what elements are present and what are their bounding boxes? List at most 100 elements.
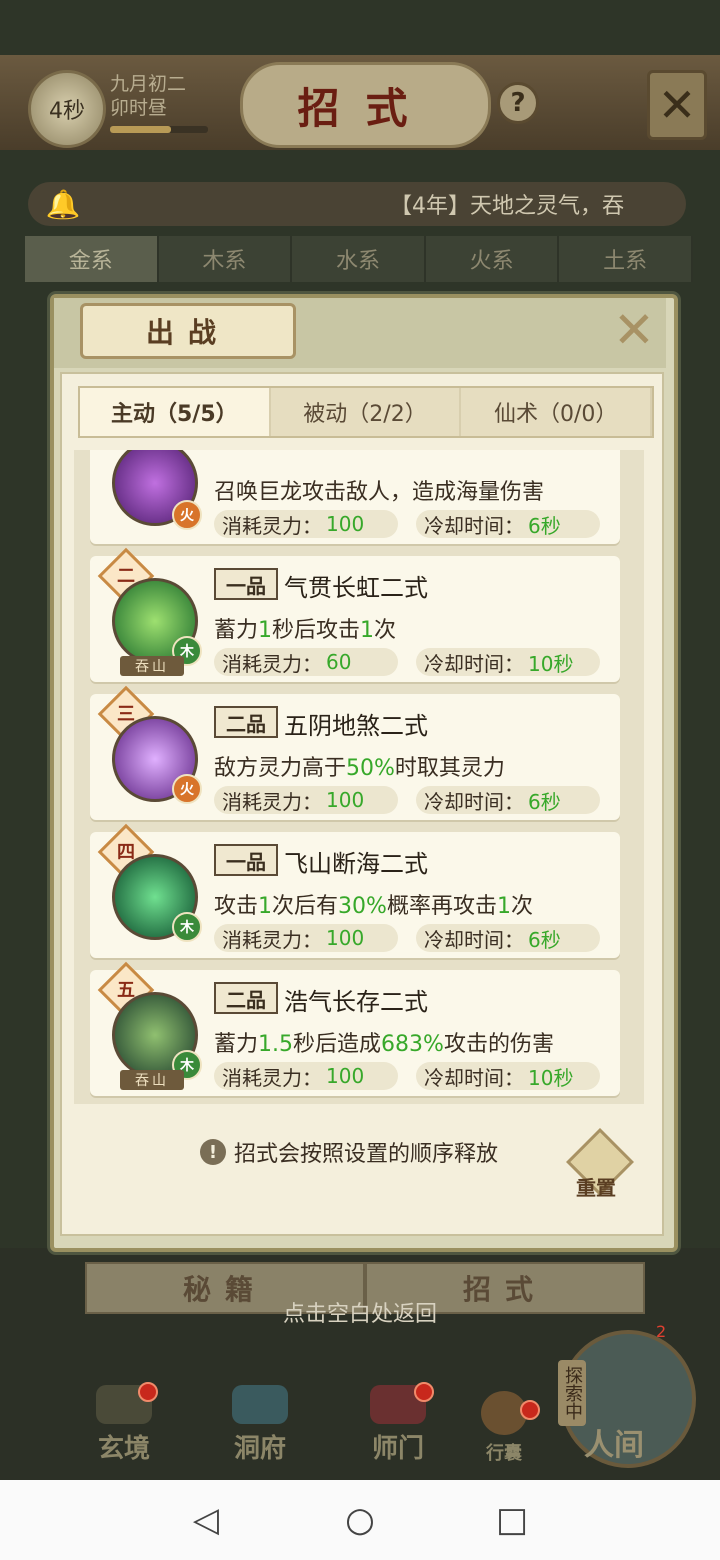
close-dialog-button[interactable]: ✕ (610, 301, 658, 359)
skill-card[interactable]: 二 木 吞山 一品 气贯长虹二式 蓄力1秒后攻击1次 消耗灵力： 60 冷却时间：… (90, 547, 620, 682)
desc-value: 50% (346, 756, 395, 781)
skill-desc: 敌方灵力高于50%时取其灵力 (214, 750, 505, 782)
cost-label: 消耗灵力： (222, 513, 322, 538)
skill-card[interactable]: 火 召唤巨龙攻击敌人，造成海量伤害 消耗灵力： 100 冷却时间： 6秒 (90, 450, 620, 544)
fire-element-badge: 火 (172, 774, 202, 804)
nav-label: 行囊 (486, 1443, 522, 1464)
order-tip: ! 招式会按照设置的顺序释放 (200, 1136, 498, 1168)
nav-shimen[interactable]: 师门 (338, 1385, 458, 1465)
bell-icon: 🔔 (45, 187, 81, 221)
skill-card[interactable]: 四 木 一品 飞山断海二式 攻击1次后有30%概率再攻击1次 消耗灵力： 100 … (90, 823, 620, 958)
recent-apps-icon[interactable]: □ (492, 1500, 532, 1540)
skill-name: 五阴地煞二式 (284, 712, 428, 740)
skill-name: 气贯长虹二式 (284, 574, 428, 602)
desc-text: 次 (374, 618, 397, 643)
cost-value: 100 (326, 788, 365, 812)
skill-card[interactable]: 五 木 吞山 二品 浩气长存二式 蓄力1.5秒后造成683%攻击的伤害 消耗灵力… (90, 961, 620, 1096)
cost-stat: 消耗灵力： 60 (214, 648, 398, 676)
desc-text: 概率再攻击 (386, 894, 497, 919)
exploring-tag: 探索中 (558, 1360, 586, 1426)
reset-button[interactable]: 重置 (566, 1172, 626, 1201)
tap-to-return-hint: 点击空白处返回 (282, 1302, 437, 1327)
desc-text: 攻击 (214, 894, 259, 919)
cooldown-stat: 冷却时间： 10秒 (416, 648, 600, 676)
tab-metal[interactable]: 金系 (25, 236, 159, 282)
desc-text: 蓄力 (214, 1032, 259, 1057)
cooldown-stat: 冷却时间： 6秒 (416, 510, 600, 538)
desc-text: 敌方灵力高于 (214, 756, 347, 781)
sect-tag: 吞山 (120, 656, 184, 676)
cost-stat: 消耗灵力： 100 (214, 924, 398, 952)
desc-text: 次 (510, 894, 533, 919)
order-tip-text: 招式会按照设置的顺序释放 (234, 1142, 499, 1167)
desc-value: 1.5 (258, 1032, 294, 1057)
tab-wood[interactable]: 木系 (158, 236, 293, 282)
notification-dot (414, 1382, 434, 1402)
date-line-1: 九月初二 (110, 73, 187, 95)
tab-earth[interactable]: 土系 (559, 236, 693, 282)
desc-value: 683% (381, 1032, 444, 1057)
game-date: 九月初二 卯时昼 (110, 72, 186, 120)
cooldown-stat: 冷却时间： 10秒 (416, 1062, 600, 1090)
nav-bag[interactable]: 行囊 (454, 1385, 554, 1465)
cost-label: 消耗灵力： (222, 651, 322, 676)
page-title: 招式 (240, 62, 491, 148)
cooldown-value: 10秒 (528, 651, 574, 676)
notification-dot (520, 1400, 540, 1420)
nav-xuanjing[interactable]: 玄境 (64, 1385, 184, 1465)
notification-dot (138, 1382, 158, 1402)
skill-grade: 二品 (214, 706, 278, 738)
cost-stat: 消耗灵力： 100 (214, 1062, 398, 1090)
cooldown-label: 冷却时间： (424, 789, 524, 814)
desc-text: 次后有 (272, 894, 339, 919)
cost-label: 消耗灵力： (222, 927, 322, 952)
skill-desc: 攻击1次后有30%概率再攻击1次 (214, 888, 533, 920)
cost-stat: 消耗灵力： 100 (214, 786, 398, 814)
skill-grade: 一品 (214, 844, 278, 876)
skill-desc: 蓄力1秒后攻击1次 (214, 612, 396, 644)
cooldown-value: 6秒 (528, 513, 561, 538)
news-text: 【4年】天地之灵气，吞 (390, 194, 624, 219)
desc-value: 1 (258, 894, 273, 919)
cooldown-value: 10秒 (528, 1065, 574, 1090)
skill-grade: 二品 (214, 982, 278, 1014)
cost-label: 消耗灵力： (222, 789, 322, 814)
date-progress-bar (110, 126, 208, 133)
close-page-button[interactable]: ✕ (647, 70, 707, 140)
tab-passive-skills[interactable]: 被动（2/2） (271, 388, 462, 436)
countdown-timer: 4秒 (28, 70, 106, 148)
tab-fire[interactable]: 火系 (425, 236, 560, 282)
nav-label: 玄境 (97, 1434, 150, 1464)
dialog-title: 出战 (80, 303, 296, 359)
tab-active-skills[interactable]: 主动（5/5） (80, 388, 271, 436)
cooldown-value: 6秒 (528, 927, 561, 952)
date-progress-fill (110, 126, 171, 133)
help-button[interactable]: ? (497, 82, 539, 124)
cost-value: 100 (326, 926, 365, 950)
cooldown-stat: 冷却时间： 6秒 (416, 786, 600, 814)
tab-immortal-arts[interactable]: 仙术（0/0） (461, 388, 653, 436)
fire-element-badge: 火 (172, 500, 202, 530)
tab-water[interactable]: 水系 (292, 236, 426, 282)
nav-dongfu[interactable]: 洞府 (200, 1385, 320, 1465)
info-icon: ! (200, 1139, 226, 1165)
explore-count-badge: 2 (656, 1322, 667, 1341)
sect-tag: 吞山 (120, 1070, 184, 1090)
home-icon[interactable]: ○ (340, 1500, 380, 1540)
cooldown-label: 冷却时间： (424, 927, 524, 952)
skill-desc: 蓄力1.5秒后造成683%攻击的伤害 (214, 1026, 554, 1058)
desc-value: 30% (338, 894, 387, 919)
element-tabs: 金系 木系 水系 火系 土系 (25, 236, 693, 282)
skill-card[interactable]: 三 火 二品 五阴地煞二式 敌方灵力高于50%时取其灵力 消耗灵力： 100 冷却… (90, 685, 620, 820)
desc-text: 秒后造成 (293, 1032, 382, 1057)
skill-list[interactable]: 火 召唤巨龙攻击敌人，造成海量伤害 消耗灵力： 100 冷却时间： 6秒 二 木 吞… (74, 450, 644, 1104)
back-icon[interactable]: ◁ (186, 1500, 226, 1540)
skill-type-tabs: 主动（5/5） 被动（2/2） 仙术（0/0） (78, 386, 654, 438)
desc-text: 秒后攻击 (272, 618, 361, 643)
cost-stat: 消耗灵力： 100 (214, 510, 398, 538)
cooldown-stat: 冷却时间： 6秒 (416, 924, 600, 952)
cooldown-value: 6秒 (528, 789, 561, 814)
explore-label: 人间 (584, 1428, 644, 1463)
desc-text: 时取其灵力 (394, 756, 505, 781)
cost-value: 60 (326, 650, 352, 674)
